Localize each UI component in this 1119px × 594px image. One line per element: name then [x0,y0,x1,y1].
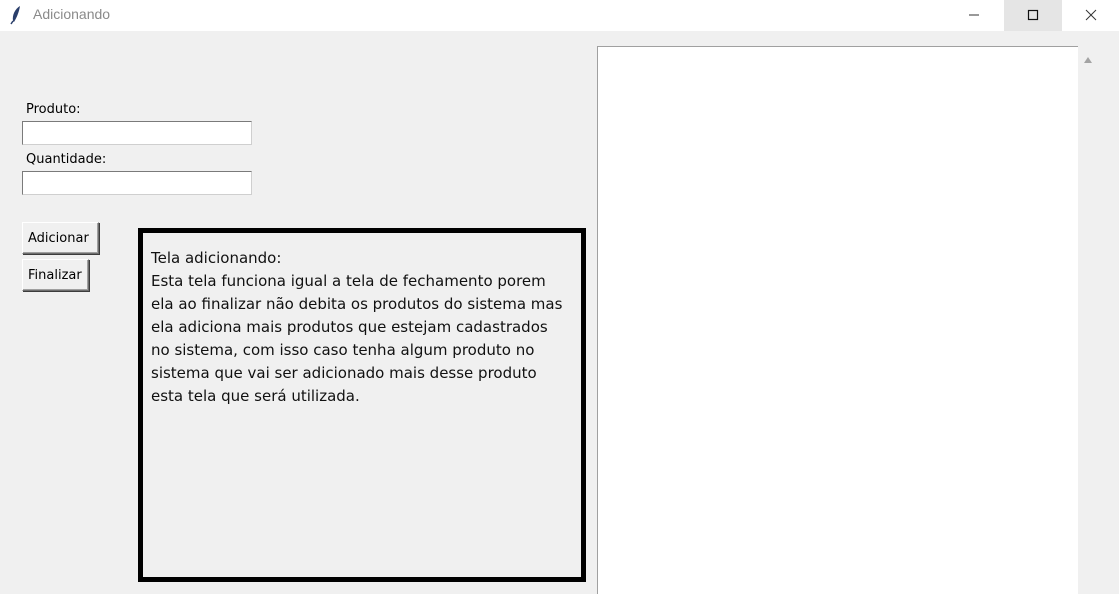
title-bar: Adicionando [0,0,1119,31]
scroll-up-button[interactable] [1078,51,1097,65]
listbox-scrollbar[interactable] [1078,46,1097,594]
products-listbox[interactable] [597,46,1078,594]
info-body: Esta tela funciona igual a tela de fecha… [151,272,563,405]
maximize-icon [1027,6,1039,25]
produto-input[interactable] [22,121,252,145]
close-button[interactable] [1062,0,1119,31]
adicionar-button[interactable]: Adicionar [22,222,99,254]
quantidade-input[interactable] [22,171,252,195]
produto-label: Produto: [26,102,81,117]
minimize-icon [968,6,980,25]
maximize-button[interactable] [1004,0,1062,31]
arrow-up-icon [1083,49,1093,68]
info-title: Tela adicionando: [151,249,282,267]
finalizar-button[interactable]: Finalizar [22,259,89,291]
feather-icon [8,5,26,25]
minimize-button[interactable] [945,0,1003,31]
window-title: Adicionando [33,6,111,22]
info-panel: Tela adicionando: Esta tela funciona igu… [138,228,586,582]
close-icon [1085,6,1097,25]
quantidade-label: Quantidade: [26,152,107,167]
